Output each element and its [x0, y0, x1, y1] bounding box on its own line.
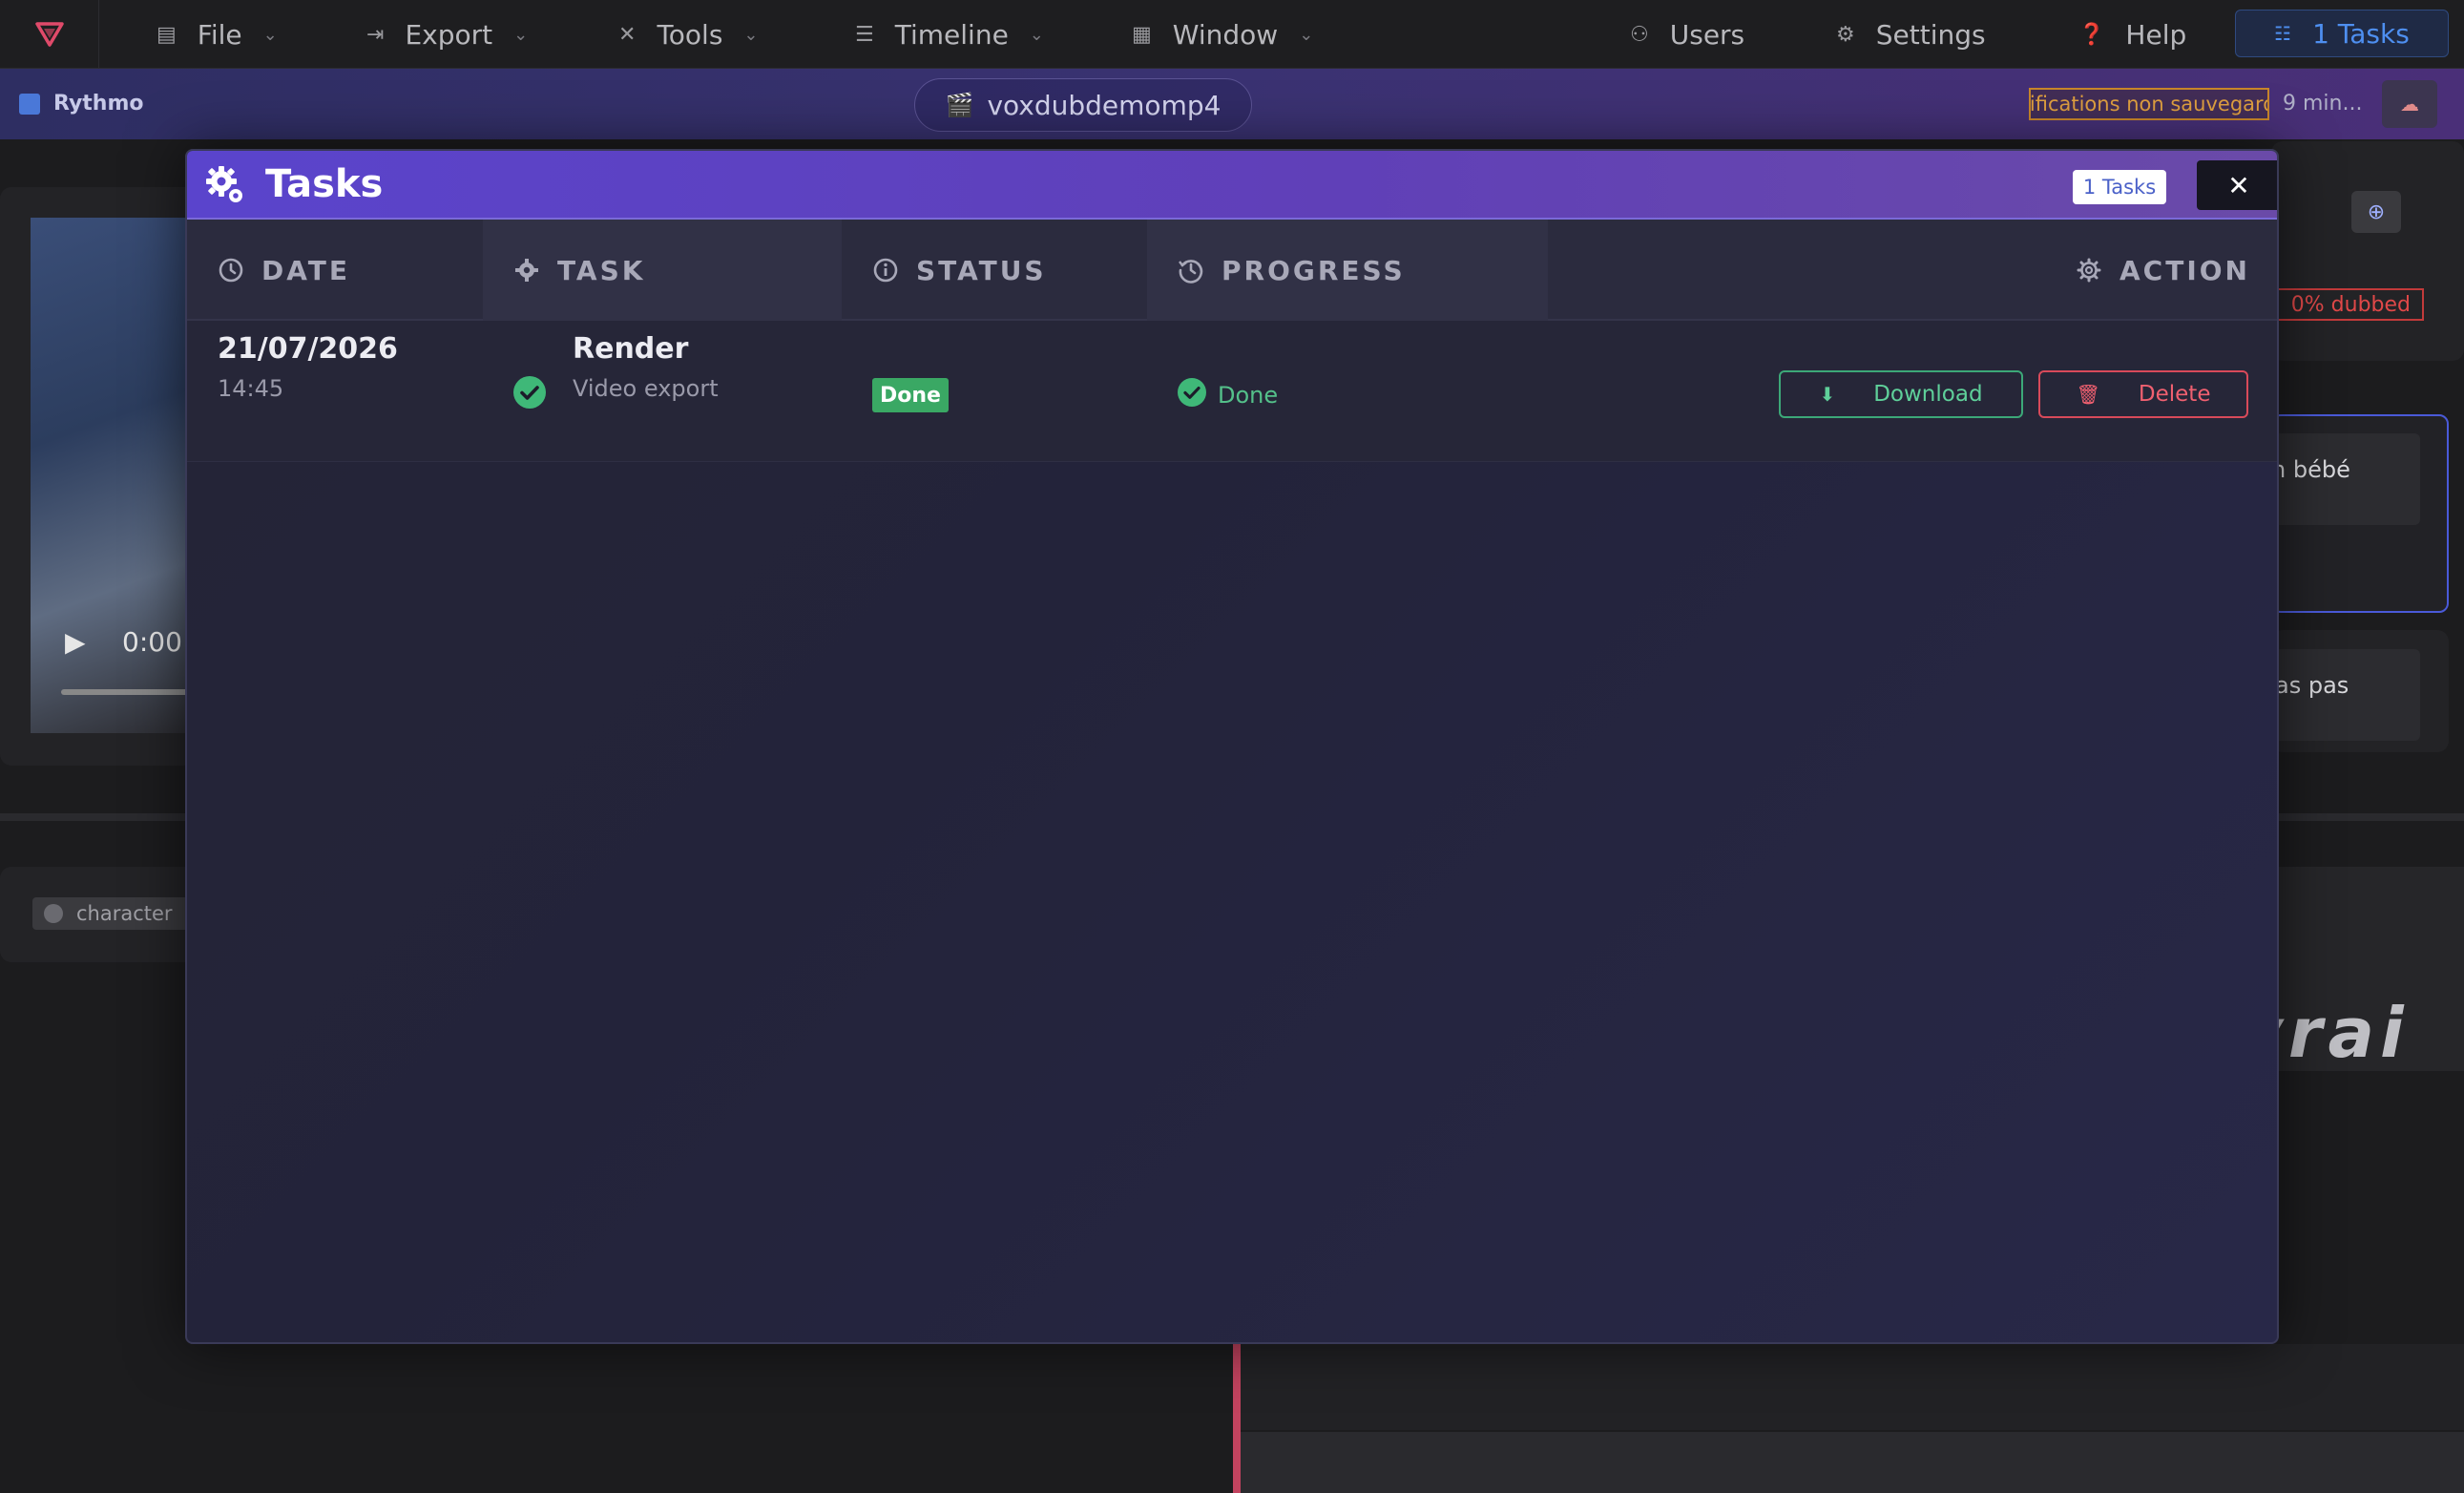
- menu-window[interactable]: ▦ Window ⌄: [1132, 0, 1313, 69]
- delete-button[interactable]: 🗑 Delete: [2038, 370, 2248, 418]
- cog-icon: [2077, 258, 2101, 283]
- close-button[interactable]: ✕: [2197, 160, 2277, 210]
- menubar: ▤ File ⌄ ⇥ Export ⌄ ✕ Tools ⌄ ☰ Timeline…: [0, 0, 2464, 69]
- menu-help[interactable]: ❓ Help: [2078, 0, 2186, 69]
- menu-tools-label: Tools: [657, 18, 723, 51]
- right-panel: [2271, 141, 2464, 361]
- column-status-label: STATUS: [916, 254, 1047, 286]
- users-icon: ⚇: [1630, 22, 1649, 47]
- menu-users-label: Users: [1669, 18, 1745, 51]
- window-icon: ▦: [1132, 22, 1152, 47]
- cloud-sync-button[interactable]: ☁: [2382, 80, 2437, 128]
- playhead[interactable]: [1233, 1336, 1241, 1493]
- task-date: 21/07/2026: [218, 332, 398, 366]
- menu-file[interactable]: ▤ File ⌄: [157, 0, 278, 69]
- tasks-button[interactable]: ☷ 1 Tasks: [2235, 10, 2449, 57]
- column-status[interactable]: STATUS: [842, 220, 1147, 321]
- logo-icon: [34, 22, 64, 47]
- column-date[interactable]: DATE: [187, 220, 483, 321]
- tools-icon: ✕: [618, 22, 637, 47]
- delete-label: Delete: [2138, 382, 2211, 407]
- tasks-button-label: 1 Tasks: [2312, 17, 2410, 50]
- menu-help-label: Help: [2125, 18, 2187, 51]
- gear-icon: [515, 259, 538, 282]
- help-icon: ❓: [2078, 22, 2105, 47]
- clapper-icon: 🎬: [945, 92, 974, 118]
- app-logo[interactable]: [0, 0, 99, 69]
- column-progress[interactable]: PROGRESS: [1147, 220, 1548, 321]
- check-circle-icon: [513, 376, 546, 409]
- progress-text: Done: [1218, 382, 1279, 409]
- timeline-icon: ☰: [855, 22, 874, 47]
- chevron-down-icon: ⌄: [262, 24, 278, 45]
- trash-icon: 🗑: [2076, 383, 2100, 406]
- status-badge: Done: [872, 378, 949, 412]
- project-filename: voxdubdemomp4: [987, 89, 1222, 121]
- task-name-cell: Render Video export: [573, 332, 719, 402]
- dubbed-progress: 0% dubbed: [2271, 288, 2424, 321]
- column-date-label: DATE: [261, 254, 350, 286]
- menu-export-label: Export: [405, 18, 493, 51]
- task-date-cell: 21/07/2026 14:45: [218, 332, 398, 402]
- chevron-down-icon: ⌄: [1299, 24, 1314, 45]
- video-scrubber[interactable]: [61, 689, 195, 695]
- menu-timeline-label: Timeline: [894, 18, 1009, 51]
- file-icon: ▤: [157, 22, 177, 47]
- character-label: character: [76, 902, 173, 925]
- history-icon: [1179, 260, 1203, 284]
- audio-waveform[interactable]: [1241, 1432, 2464, 1493]
- brand-label: Rythmo: [53, 92, 144, 116]
- menu-settings[interactable]: ⚙ Settings: [1836, 0, 1986, 69]
- play-icon[interactable]: ▶: [65, 626, 86, 658]
- tasks-modal: Tasks 1 Tasks ✕ DATE TASK STATUS PROGRES…: [185, 149, 2279, 1344]
- chevron-down-icon: ⌄: [1029, 24, 1044, 45]
- column-action[interactable]: ACTION: [1548, 220, 2277, 321]
- plus-circle-icon: ⊕: [2367, 200, 2386, 224]
- clock-icon: [219, 258, 243, 283]
- project-file-pill[interactable]: 🎬 voxdubdemomp4: [914, 78, 1252, 132]
- menu-settings-label: Settings: [1875, 18, 1986, 51]
- export-icon: ⇥: [366, 22, 385, 47]
- check-circle-icon: [1178, 378, 1206, 407]
- character-pill[interactable]: character: [32, 897, 195, 930]
- download-button[interactable]: ⬇ Download: [1779, 370, 2023, 418]
- menu-tools[interactable]: ✕ Tools ⌄: [618, 0, 759, 69]
- info-icon: [873, 258, 898, 283]
- modal-title: Tasks: [265, 162, 384, 206]
- dialogue-line-text: n bébé: [2271, 456, 2350, 483]
- brand: Rythmo: [19, 92, 144, 116]
- user-icon: [44, 904, 63, 923]
- menu-timeline[interactable]: ☰ Timeline ⌄: [855, 0, 1044, 69]
- download-label: Download: [1873, 382, 1983, 407]
- column-progress-label: PROGRESS: [1222, 254, 1406, 286]
- table-header: DATE TASK STATUS PROGRESS ACTION: [187, 220, 2277, 321]
- column-task[interactable]: TASK: [483, 220, 842, 321]
- task-subtitle: Video export: [573, 375, 719, 402]
- download-icon: ⬇: [1819, 383, 1836, 406]
- menu-file-label: File: [197, 18, 242, 51]
- close-icon: ✕: [2227, 169, 2250, 201]
- brand-icon: [19, 93, 40, 115]
- tasks-count-badge: 1 Tasks: [2073, 170, 2166, 204]
- gears-icon: [206, 166, 242, 202]
- column-action-label: ACTION: [2119, 254, 2250, 286]
- save-time: 9 min...: [2283, 92, 2363, 116]
- task-name: Render: [573, 332, 689, 366]
- menu-export[interactable]: ⇥ Export ⌄: [366, 0, 528, 69]
- cloud-icon: ☁: [2400, 93, 2419, 116]
- menu-window-label: Window: [1172, 18, 1279, 51]
- list-icon: ☷: [2274, 22, 2292, 45]
- task-time: 14:45: [218, 375, 284, 402]
- dialogue-line-2-text: as pas: [2275, 672, 2349, 699]
- column-task-label: TASK: [557, 254, 646, 286]
- modal-header: Tasks 1 Tasks ✕: [187, 151, 2277, 220]
- gear-icon: ⚙: [1836, 22, 1855, 47]
- add-button[interactable]: ⊕: [2351, 191, 2401, 233]
- timeline-lane: [1241, 1344, 2464, 1430]
- unsaved-badge: Modifications non sauvegardées: [2029, 88, 2269, 120]
- chevron-down-icon: ⌄: [513, 24, 529, 45]
- chevron-down-icon: ⌄: [743, 24, 759, 45]
- menu-users[interactable]: ⚇ Users: [1630, 0, 1744, 69]
